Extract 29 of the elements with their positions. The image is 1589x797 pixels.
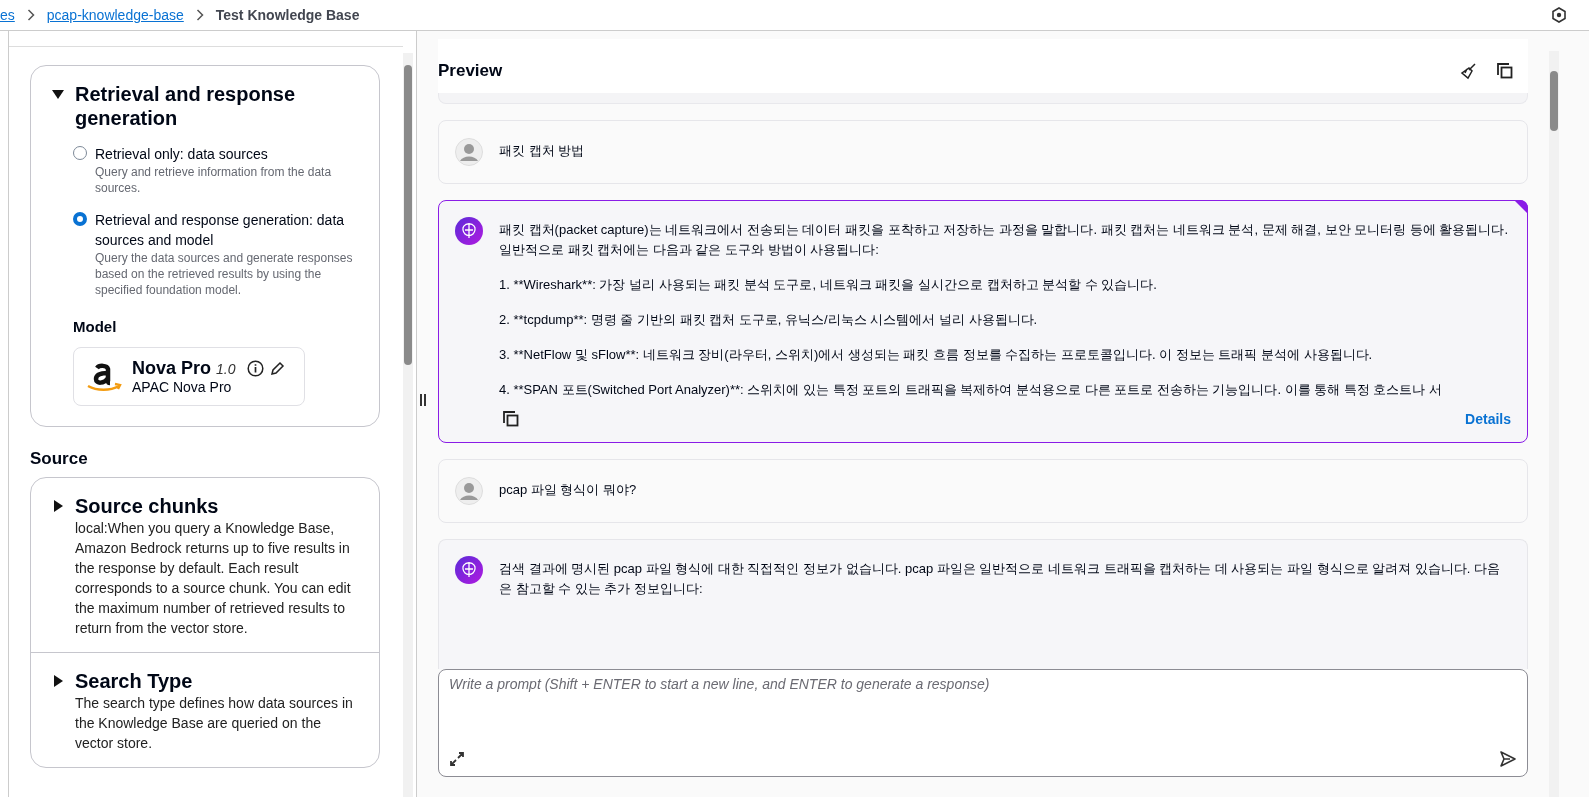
breadcrumb-link[interactable]: es bbox=[0, 7, 15, 23]
section-description: The search type defines how data sources in the Knowledge Base are queried on the vector store. bbox=[74, 694, 354, 753]
model-heading: Model bbox=[73, 318, 118, 335]
message-text: pcap 파일 형식이 뭐야? bbox=[499, 481, 638, 499]
message-text: 1. **Wireshark**: 가장 널리 사용되는 패킷 분석 도구로, 네트워크 패킷을 실시간으로 캡처하고 분석할 수 있습니다. bbox=[499, 276, 1158, 294]
source-heading: Source bbox=[30, 449, 89, 469]
model-name: Nova Pro bbox=[132, 358, 212, 379]
prompt-box[interactable]: Write a prompt (Shift + ENTER to start a new line, and ENTER to generate a response) bbox=[438, 669, 1528, 777]
message-text: 4. **SPAN 포트(Switched Port Analyzer)**: 스위치에 있는 특정 포트의 트래픽을 복제하여 분석용으로 다른 포트로 전송하는 기능입니다. 이를 통해 특정 호스트나 서 bbox=[499, 381, 1444, 399]
details-link[interactable]: Details bbox=[1465, 411, 1511, 427]
message-text: 3. **NetFlow 및 sFlow**: 네트워크 장비(라우터, 스위치)에서 생성되는 패킷 흐름 정보를 수집하는 프로토콜입니다. 이 정보는 트래픽 분석에 사용됩니다. bbox=[499, 346, 1374, 364]
message-text: 패킷 캡처 방법 bbox=[499, 142, 586, 160]
radio-label[interactable]: Retrieval and response generation: data sources and model bbox=[95, 210, 359, 250]
section-title[interactable]: Source chunks bbox=[75, 494, 219, 518]
prompt-field[interactable]: Write a prompt (Shift + ENTER to start a new line, and ENTER to generate a response) bbox=[449, 676, 1517, 750]
section-title[interactable]: Retrieval and response generation bbox=[75, 82, 359, 130]
radio-description: Query and retrieve information from the data sources. bbox=[95, 164, 333, 196]
radio-description: Query the data sources and generate responses based on the retrieved results by using the specified foundation model. bbox=[95, 250, 354, 298]
breadcrumb-current: Test Knowledge Base bbox=[215, 7, 360, 23]
message-text: 검색 결과에 명시된 pcap 파일 형식에 대한 직접적인 정보가 없습니다. pcap 파일은 일반적으로 네트워크 트래픽을 캡처하는 데 사용되는 파일 형식으로 알려져 있습니다. 다음은 참고할 수 있는 추가 정보입니다: bbox=[499, 560, 1502, 598]
preview-title: Preview bbox=[438, 61, 503, 81]
model-version: 1.0 bbox=[216, 360, 236, 377]
breadcrumb-link[interactable]: pcap-knowledge-base bbox=[46, 7, 184, 23]
radio-label[interactable]: Retrieval only: data sources bbox=[95, 144, 359, 164]
model-subtitle: APAC Nova Pro bbox=[132, 379, 233, 395]
section-description: local:When you query a Knowledge Base, Amazon Bedrock returns up to five results in the response by default. Each result corresponds to a source chunk. You can edit the maximum number of retrieved results to return from the vector store. bbox=[74, 519, 352, 638]
message-text: 2. **tcpdump**: 명령 줄 기반의 패킷 캡처 도구로, 유닉스/리눅스 시스템에서 널리 사용됩니다. bbox=[499, 311, 1039, 329]
message-text: 패킷 캡처(packet capture)는 네트워크에서 전송되는 데이터 패킷을 포착하고 저장하는 과정을 말합니다. 패킷 캡처는 네트워크 분석, 문제 해결, 보안 모니터링 등에 활용됩니다. 일반적으로 패킷 캡처에는 다음과 같은 도구와 방법이 사용됩니다: bbox=[499, 221, 1509, 259]
section-title[interactable]: Search Type bbox=[75, 669, 193, 693]
